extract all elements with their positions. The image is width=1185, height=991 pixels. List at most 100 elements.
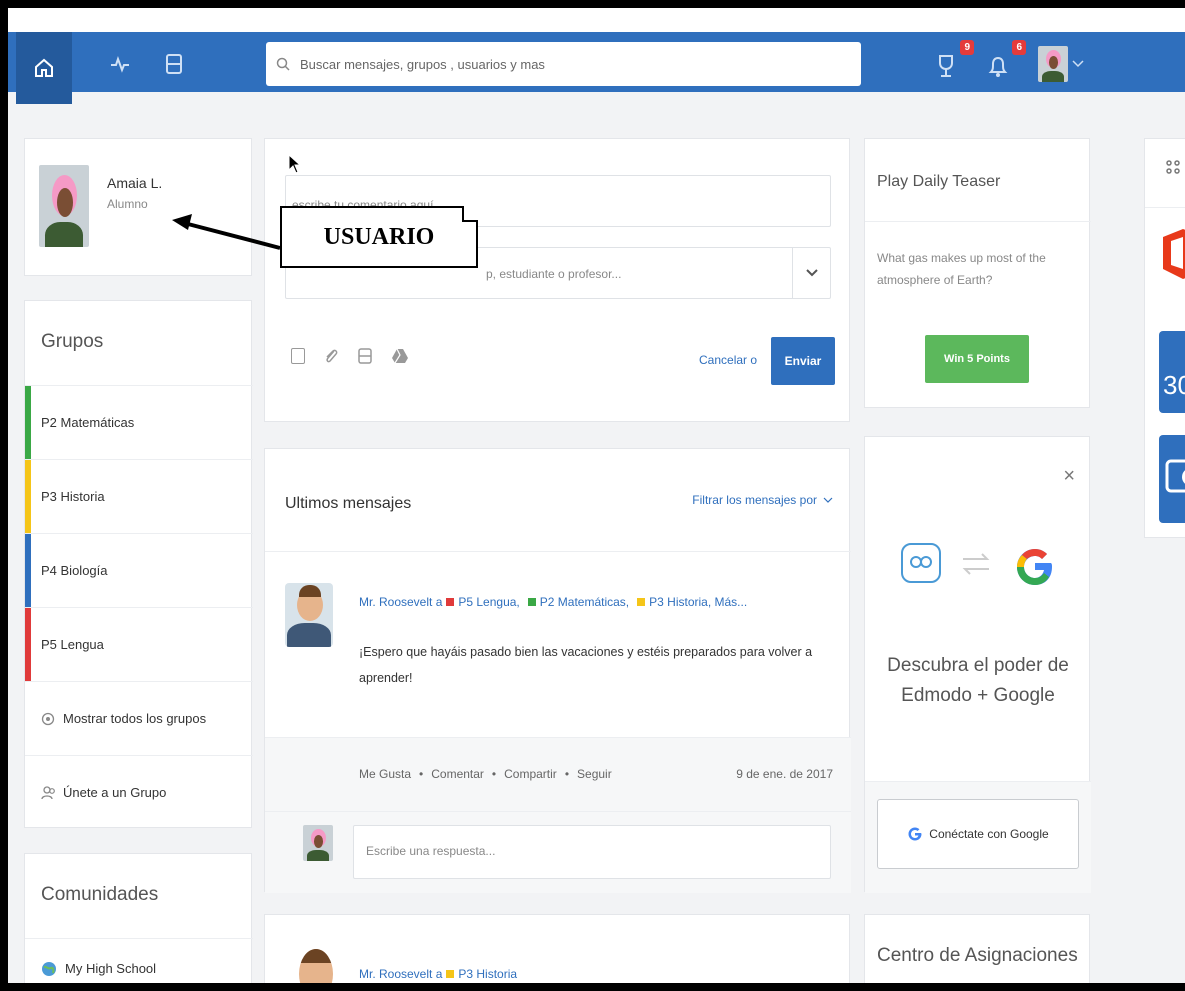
show-all-groups-link[interactable]: Mostrar todos los grupos	[25, 681, 253, 755]
trophy-icon	[939, 55, 953, 77]
group-label: P5 Lengua	[41, 637, 104, 652]
attachment-icon[interactable]	[323, 347, 339, 365]
post-group-link[interactable]: P5 Lengua,	[458, 595, 519, 609]
post-author-link[interactable]: Mr. Roosevelt a	[359, 595, 442, 609]
checklist-icon	[1165, 459, 1185, 493]
group-item-p4[interactable]: P4 Biología	[25, 533, 253, 607]
backpack-icon	[166, 54, 182, 74]
search-icon	[276, 57, 290, 71]
show-all-groups-label: Mostrar todos los grupos	[63, 711, 207, 726]
reply-avatar	[303, 825, 333, 861]
groups-card: Grupos P2 Matemáticas P3 Historia P4 Bio…	[24, 300, 253, 829]
activity-icon	[111, 55, 129, 73]
group-label: P3 Historia	[41, 489, 105, 504]
google-drive-icon[interactable]	[391, 348, 409, 364]
profile-role: Alumno	[107, 197, 148, 211]
post-group-link[interactable]: P2 Matemáticas,	[540, 595, 629, 609]
office-logo-icon[interactable]	[1159, 225, 1185, 281]
search-input[interactable]: Buscar mensajes, grupos , usuarios y mas	[300, 57, 545, 72]
post-header: Mr. Roosevelt a P3 Historia	[359, 967, 517, 981]
google-g-icon	[908, 827, 922, 841]
composer-card: escribe tu comentario aquí... p, estudia…	[264, 138, 850, 422]
author-avatar[interactable]	[285, 583, 333, 647]
annotation-label: USUARIO	[323, 223, 435, 250]
community-item[interactable]: My High School	[25, 938, 253, 983]
group-color-bar	[25, 608, 31, 681]
post-text: ¡Espero que hayáis pasado bien las vacac…	[359, 645, 813, 685]
swap-arrows-icon	[962, 553, 990, 575]
group-label: P2 Matemáticas	[41, 415, 135, 430]
activity-button[interactable]	[100, 44, 140, 84]
chevron-down-icon	[805, 269, 818, 277]
follow-link[interactable]: Seguir	[577, 767, 612, 781]
apps-sidebar: 30	[1144, 138, 1185, 538]
apps-grid-icon[interactable]	[1165, 159, 1183, 179]
reply-input[interactable]: Escribe una respuesta...	[353, 825, 831, 879]
assignments-app-icon[interactable]	[1159, 435, 1185, 523]
google-logo-icon	[1017, 549, 1052, 585]
group-color-bar	[25, 386, 31, 459]
top-navigation-bar: Buscar mensajes, grupos , usuarios y mas…	[8, 8, 1185, 104]
share-link[interactable]: Compartir	[504, 767, 557, 781]
win-points-button[interactable]: Win 5 Points	[925, 335, 1029, 383]
assignments-card: Centro de Asignaciones	[864, 914, 1090, 983]
group-color-bar	[25, 460, 31, 533]
close-button[interactable]: ×	[1063, 465, 1075, 488]
group-color-square	[527, 598, 536, 606]
post-group-link[interactable]: P3 Historia	[458, 967, 517, 981]
group-color-square	[446, 598, 455, 606]
message-card-2: Mr. Roosevelt a P3 Historia	[264, 914, 850, 983]
join-group-link[interactable]: Únete a un Grupo	[25, 755, 253, 829]
feed-title: Ultimos mensajes	[285, 495, 412, 512]
send-button[interactable]: Enviar	[771, 337, 835, 385]
group-item-p2[interactable]: P2 Matemáticas	[25, 385, 253, 459]
trophy-button[interactable]: 9	[926, 40, 974, 86]
recipient-dropdown-toggle[interactable]	[792, 248, 830, 298]
user-avatar-menu[interactable]	[1038, 46, 1068, 82]
filter-messages-dropdown[interactable]: Filtrar los mensajes por	[692, 493, 833, 507]
notifications-badge: 6	[1012, 40, 1026, 55]
group-color-square	[446, 970, 455, 978]
backpack-button[interactable]	[154, 44, 194, 84]
post-group-link[interactable]: P3 Historia, Más...	[649, 595, 747, 609]
notifications-button[interactable]: 6	[978, 40, 1026, 86]
users-icon	[41, 785, 55, 799]
comment-link[interactable]: Comentar	[431, 767, 484, 781]
group-item-p5[interactable]: P5 Lengua	[25, 607, 253, 681]
annotation-callout: USUARIO	[280, 206, 478, 268]
post-header: Mr. Roosevelt a P5 Lengua, P2 Matemática…	[359, 595, 747, 609]
cursor-icon	[288, 154, 302, 174]
calendar-app-icon[interactable]: 30	[1159, 331, 1185, 413]
latest-messages-card: Ultimos mensajes Filtrar los mensajes po…	[264, 448, 851, 893]
cancel-link[interactable]: Cancelar o	[699, 353, 757, 367]
profile-card[interactable]: Amaia L. Alumno	[24, 138, 252, 276]
join-group-label: Únete a un Grupo	[63, 785, 167, 800]
library-icon[interactable]	[357, 347, 373, 365]
calendar-day: 30	[1163, 370, 1185, 400]
post-author-link[interactable]: Mr. Roosevelt a	[359, 967, 442, 981]
chevron-down-icon	[823, 497, 833, 503]
reply-placeholder: Escribe una respuesta...	[366, 844, 496, 858]
assignments-title: Centro de Asignaciones	[877, 945, 1078, 966]
teaser-title: Play Daily Teaser	[877, 173, 1001, 190]
file-icon[interactable]	[291, 348, 305, 364]
avatar	[39, 165, 89, 247]
home-button[interactable]	[16, 32, 72, 104]
home-icon	[35, 58, 53, 77]
edmodo-logo-icon	[901, 543, 941, 583]
group-label: P4 Biología	[41, 563, 108, 578]
profile-name[interactable]: Amaia L.	[107, 175, 162, 191]
group-color-square	[637, 598, 646, 606]
chevron-down-icon[interactable]	[1072, 60, 1084, 68]
search-box[interactable]: Buscar mensajes, grupos , usuarios y mas	[266, 42, 861, 86]
community-label: My High School	[65, 961, 157, 976]
post-actions: Me Gusta • Comentar • Compartir • Seguir	[359, 767, 612, 781]
bell-icon	[988, 56, 1008, 77]
trophy-badge: 9	[960, 40, 974, 55]
google-promo-text: Descubra el poder de Edmodo + Google	[887, 655, 1069, 706]
recipient-placeholder: p, estudiante o profesor...	[486, 267, 622, 281]
connect-google-button[interactable]: Conéctate con Google	[877, 799, 1079, 869]
like-link[interactable]: Me Gusta	[359, 767, 411, 781]
group-item-p3[interactable]: P3 Historia	[25, 459, 253, 533]
author-avatar[interactable]	[299, 949, 333, 983]
